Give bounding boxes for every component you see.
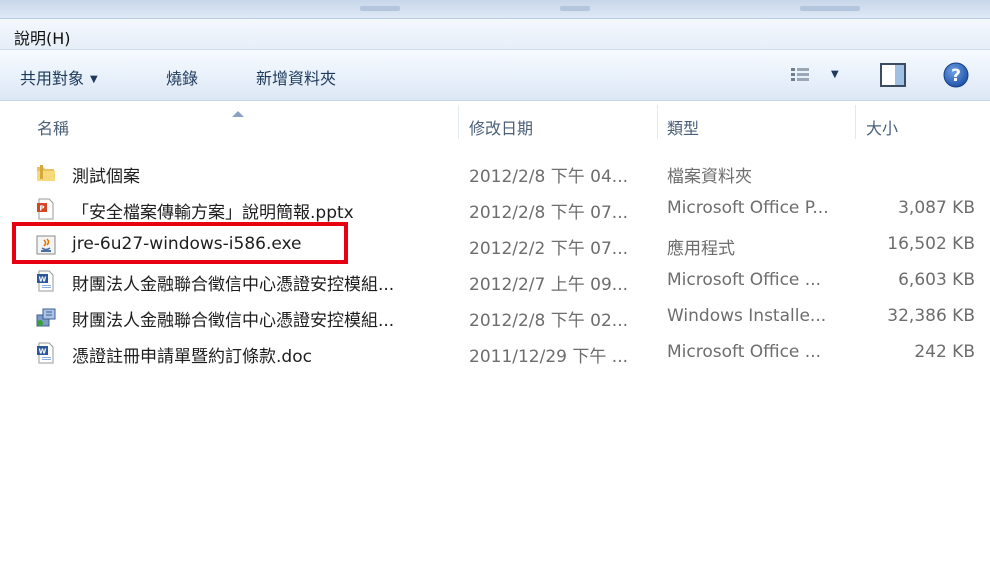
column-headers: 名稱 修改日期 類型 大小 [0,103,990,143]
file-name: 財團法人金融聯合徵信中心憑證安控模組... [72,275,395,295]
file-date: 2012/2/7 上午 09... [469,275,629,295]
file-row[interactable]: 測試個案 2012/2/8 下午 04... 檔案資料夾 [0,155,990,191]
title-strip-segment [560,6,590,11]
window-title-strip [0,0,990,19]
column-header-name[interactable]: 名稱 [37,115,69,139]
command-toolbar: 共用對象 ▼ 燒錄 新增資料夾 ▼ ? [0,50,990,101]
word-doc-icon: W [35,342,57,364]
burn-button[interactable]: 燒錄 [166,65,198,89]
column-divider[interactable] [855,105,856,139]
file-name: 測試個案 [72,167,140,187]
file-size: 242 KB [914,342,975,362]
view-dropdown-chevron-icon[interactable]: ▼ [831,69,839,80]
chevron-down-icon: ▼ [90,74,98,85]
file-date: 2012/2/2 下午 07... [469,239,629,259]
svg-text:?: ? [951,66,961,86]
file-row[interactable]: W 憑證註冊申請單暨約訂條款.doc 2011/12/29 下午 ... Mic… [0,335,990,371]
file-date: 2012/2/8 下午 04... [469,167,629,187]
svg-text:W: W [39,348,47,356]
title-strip-segment [360,6,400,11]
file-date: 2012/2/8 下午 07... [469,203,629,223]
column-header-date[interactable]: 修改日期 [469,115,533,139]
file-name: 憑證註冊申請單暨約訂條款.doc [72,347,312,367]
file-name: 財團法人金融聯合徵信中心憑證安控模組... [72,311,395,331]
file-date: 2012/2/8 下午 02... [469,311,629,331]
svg-text:P: P [39,205,44,213]
share-with-button[interactable]: 共用對象 ▼ [20,65,98,89]
file-row[interactable]: W 財團法人金融聯合徵信中心憑證安控模組... 2012/2/7 上午 09..… [0,263,990,299]
folder-icon [35,162,57,184]
column-header-type[interactable]: 類型 [667,115,699,139]
file-type: Windows Installe... [667,306,827,326]
menu-help[interactable]: 說明(H) [14,25,71,49]
share-with-label: 共用對象 [20,69,85,88]
svg-text:W: W [39,276,47,284]
file-type: 檔案資料夾 [667,167,752,187]
file-type: 應用程式 [667,239,735,259]
file-type: Microsoft Office ... [667,342,822,362]
title-strip-segment [800,6,860,11]
column-header-size[interactable]: 大小 [866,115,898,139]
preview-pane-icon [880,63,906,87]
file-type: Microsoft Office P... [667,198,829,218]
file-row[interactable]: 財團法人金融聯合徵信中心憑證安控模組... 2012/2/8 下午 02... … [0,299,990,335]
new-folder-button[interactable]: 新增資料夾 [256,65,336,89]
file-size: 16,502 KB [887,234,975,254]
view-options-button[interactable] [790,66,812,89]
help-button[interactable]: ? [943,62,969,93]
highlight-annotation-box [12,222,348,264]
preview-pane-button[interactable] [880,63,906,92]
word-doc-icon: W [35,270,57,292]
file-size: 6,603 KB [898,270,975,290]
details-view-icon [791,68,809,81]
column-divider[interactable] [458,105,459,139]
file-type: Microsoft Office ... [667,270,822,290]
powerpoint-icon: P [35,198,57,220]
file-size: 3,087 KB [898,198,975,218]
menu-bar: 說明(H) [0,19,990,50]
file-name: 「安全檔案傳輸方案」說明簡報.pptx [72,203,354,223]
column-divider[interactable] [657,105,658,139]
help-icon: ? [943,62,969,88]
sort-ascending-icon [232,111,244,117]
installer-icon [35,306,57,328]
file-size: 32,386 KB [887,306,975,326]
file-date: 2011/12/29 下午 ... [469,347,629,367]
